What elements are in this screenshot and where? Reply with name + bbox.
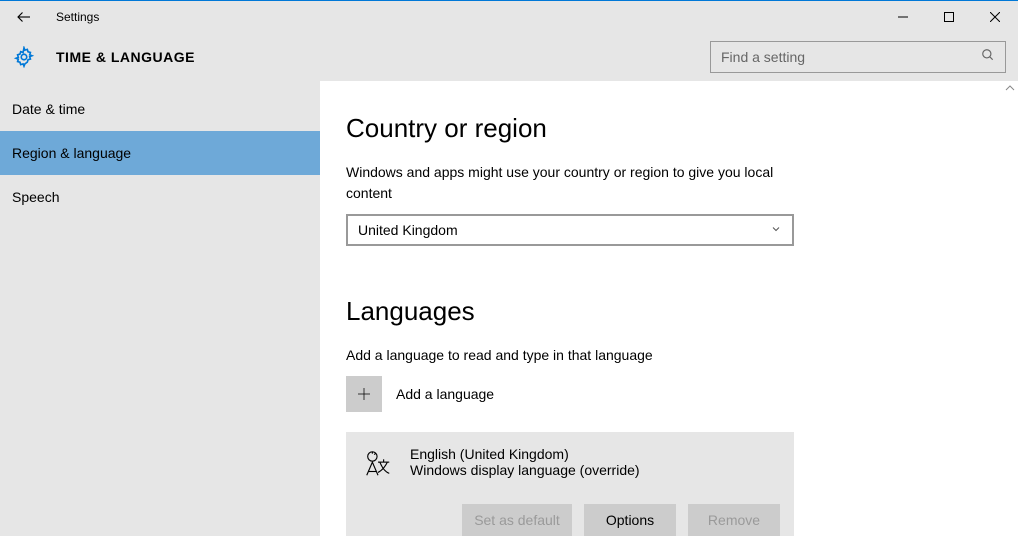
header: TIME & LANGUAGE [0,33,1018,81]
gear-icon [12,45,36,69]
search-icon [981,48,995,67]
scroll-up-arrow[interactable] [1005,83,1015,96]
language-icon [360,446,396,482]
window-title: Settings [56,10,99,24]
language-item[interactable]: English (United Kingdom) Windows display… [346,432,794,536]
region-heading: Country or region [346,113,1018,144]
remove-button: Remove [688,504,780,536]
options-button[interactable]: Options [584,504,676,536]
language-buttons: Set as default Options Remove [360,504,780,536]
page-title: TIME & LANGUAGE [56,49,195,65]
plus-icon [346,376,382,412]
minimize-icon [898,12,908,22]
chevron-down-icon [770,222,782,238]
sidebar-item-speech[interactable]: Speech [0,175,320,219]
back-button[interactable] [0,1,48,33]
search-box[interactable] [710,41,1006,73]
minimize-button[interactable] [880,1,926,33]
languages-description: Add a language to read and type in that … [346,345,796,366]
window-controls [880,1,1018,33]
language-name: English (United Kingdom) [410,446,640,462]
add-language-button[interactable]: Add a language [346,376,1018,412]
maximize-icon [944,12,954,22]
region-description: Windows and apps might use your country … [346,162,796,204]
sidebar-item-label: Region & language [12,145,131,161]
sidebar-item-date-time[interactable]: Date & time [0,87,320,131]
add-language-label: Add a language [396,386,494,402]
arrow-left-icon [15,8,33,26]
region-value: United Kingdom [358,222,458,238]
body: Date & time Region & language Speech Cou… [0,81,1018,536]
language-subtitle: Windows display language (override) [410,462,640,478]
language-row: English (United Kingdom) Windows display… [360,446,780,482]
sidebar-item-label: Speech [12,189,59,205]
region-dropdown[interactable]: United Kingdom [346,214,794,246]
content: Country or region Windows and apps might… [320,81,1018,536]
sidebar: Date & time Region & language Speech [0,81,320,536]
search-input[interactable] [721,49,981,65]
close-button[interactable] [972,1,1018,33]
set-default-button: Set as default [462,504,572,536]
languages-heading: Languages [346,296,1018,327]
close-icon [990,12,1000,22]
title-bar: Settings [0,1,1018,33]
sidebar-item-region-language[interactable]: Region & language [0,131,320,175]
maximize-button[interactable] [926,1,972,33]
sidebar-item-label: Date & time [12,101,85,117]
